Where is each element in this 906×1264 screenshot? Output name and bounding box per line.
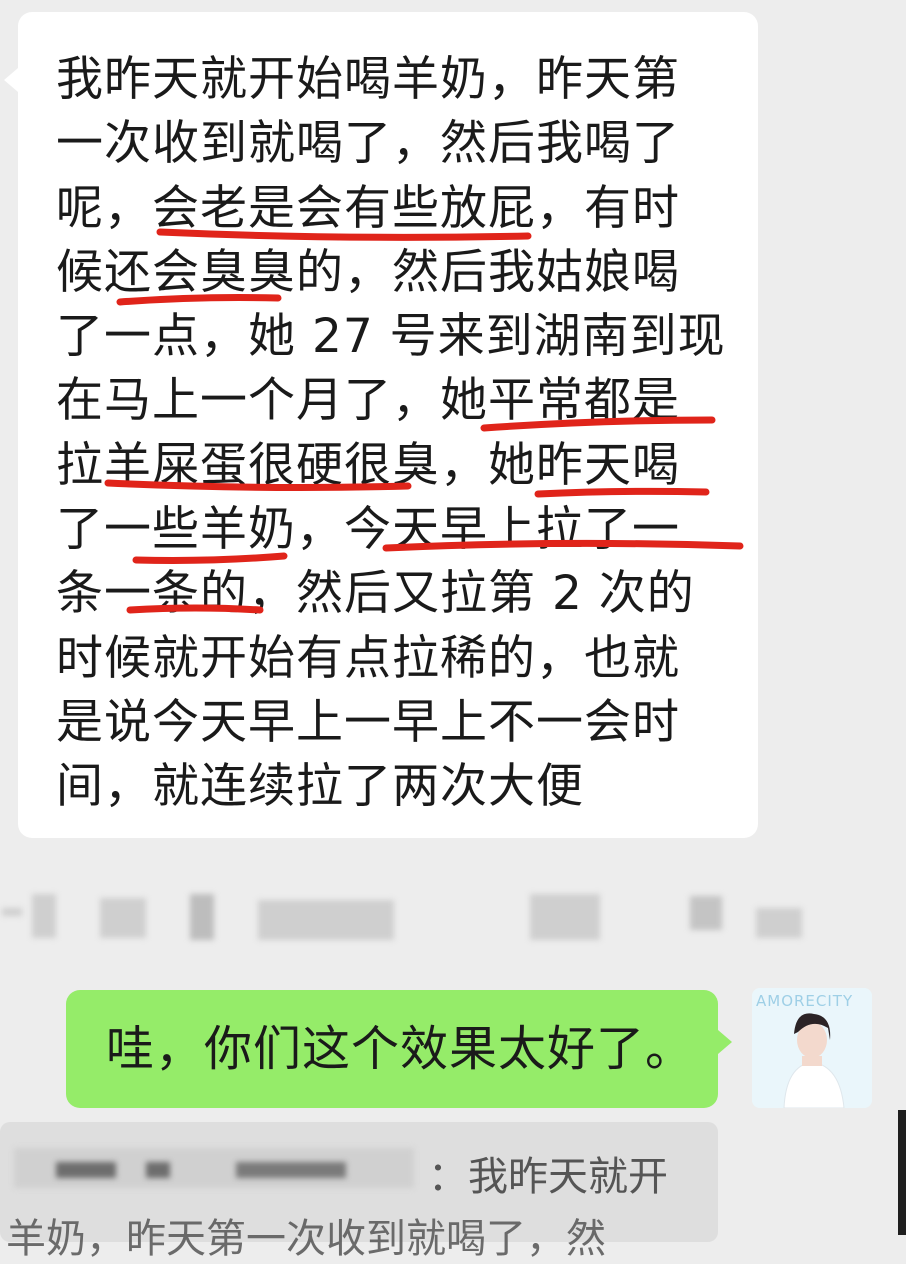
incoming-message-bubble[interactable]: 我昨天就开始喝羊奶，昨天第一次收到就喝了，然后我喝了呢，会老是会有些放屁，有时候…: [4, 12, 758, 838]
avatar[interactable]: AMORECITY: [752, 988, 872, 1108]
quoted-message[interactable]: ：我昨天就开 羊奶，昨天第一次收到就喝了，然: [0, 1122, 718, 1262]
avatar-watermark: AMORECITY: [756, 992, 853, 1010]
outgoing-message-bubble[interactable]: 哇，你们这个效果太好了。: [66, 990, 732, 1108]
avatar-portrait-icon: AMORECITY: [752, 988, 872, 1108]
scrollbar[interactable]: [898, 1110, 906, 1235]
quoted-message-text: ：我昨天就开: [428, 1154, 668, 1200]
quoted-message-second-line: 羊奶，昨天第一次收到就喝了，然: [6, 1216, 606, 1262]
blurred-sender-info: [0, 880, 906, 950]
outgoing-message-text: 哇，你们这个效果太好了。: [106, 1021, 695, 1077]
incoming-message-text: 我昨天就开始喝羊奶，昨天第一次收到就喝了，然后我喝了呢，会老是会有些放屁，有时候…: [56, 52, 726, 815]
